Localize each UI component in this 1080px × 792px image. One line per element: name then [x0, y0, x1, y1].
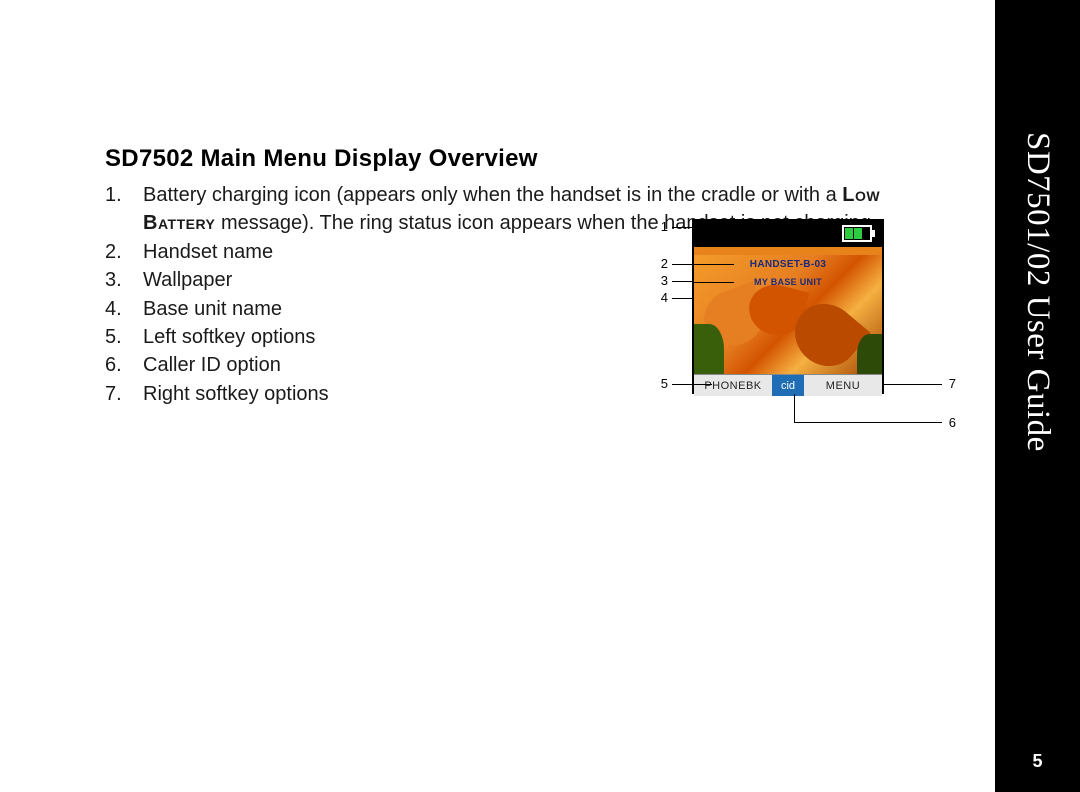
page-number: 5	[1032, 751, 1042, 772]
leader-line	[672, 264, 734, 265]
callout-number: 5	[656, 376, 668, 391]
phone-screen-diagram: HANDSET-B-03 MY BASE UNIT PHONEBK cid ME…	[612, 219, 982, 449]
leader-line	[672, 298, 692, 299]
softkey-left: PHONEBK	[694, 375, 772, 396]
callout-number: 6	[944, 415, 956, 430]
callout-number: 1	[656, 219, 668, 234]
callout-number: 4	[656, 290, 668, 305]
status-bar	[694, 221, 882, 247]
wallpaper-area: HANDSET-B-03 MY BASE UNIT	[694, 255, 882, 374]
leader-line	[794, 394, 795, 423]
leader-line	[672, 227, 692, 228]
leader-line	[692, 282, 734, 283]
battery-icon	[842, 225, 876, 242]
item1-text-a: Battery charging icon (appears only when…	[143, 184, 837, 206]
divider-strip	[694, 247, 882, 255]
softkey-bar: PHONEBK cid MENU	[694, 374, 882, 396]
leader-line	[884, 384, 942, 385]
leader-line	[692, 281, 693, 311]
callout-number: 2	[656, 256, 668, 271]
softkey-right: MENU	[804, 375, 882, 396]
section-heading: SD7502 Main Menu Display Overview	[105, 145, 945, 173]
leader-line	[672, 281, 692, 282]
document-title: SD7501/02 User Guide	[1019, 132, 1056, 452]
screen-frame: HANDSET-B-03 MY BASE UNIT PHONEBK cid ME…	[692, 219, 884, 394]
leader-line	[794, 422, 942, 423]
sidebar-strip: SD7501/02 User Guide 5	[995, 0, 1080, 792]
callout-number: 3	[656, 273, 668, 288]
caller-id-softkey: cid	[772, 375, 804, 396]
callout-number: 7	[944, 376, 956, 391]
leader-line	[672, 384, 712, 385]
